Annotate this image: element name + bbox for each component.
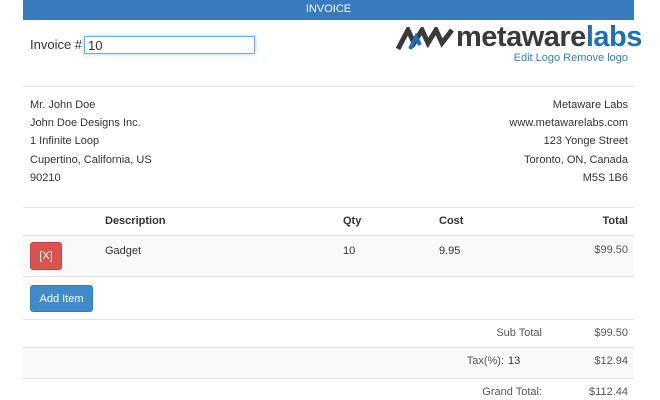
tax-rate-input[interactable] — [508, 354, 538, 368]
header-total: Total — [602, 215, 628, 227]
header-cost: Cost — [439, 215, 464, 227]
item-cost[interactable]: 9.95 — [439, 245, 460, 257]
invoice-number-label: Invoice # — [30, 37, 83, 52]
address-line: 90210 — [30, 171, 61, 184]
divider — [23, 276, 634, 277]
address-line: Toronto, ON, Canada — [524, 153, 628, 166]
tax-row — [23, 347, 634, 378]
item-description[interactable]: Gadget — [105, 245, 141, 257]
billed-to-address: Mr. John Doe John Doe Designs Inc. 1 Inf… — [30, 96, 152, 187]
divider — [23, 86, 634, 87]
edit-logo-link[interactable]: Edit Logo — [514, 52, 560, 64]
address-line: M5S 1B6 — [582, 171, 628, 184]
item-qty[interactable]: 10 — [343, 245, 355, 257]
address-line: www.metawarelabs.com — [509, 117, 628, 130]
company-address: Metaware Labs www.metawarelabs.com 123 Y… — [509, 96, 628, 187]
divider — [23, 378, 634, 379]
header-description: Description — [105, 215, 166, 227]
logo-links: Edit Logo Remove logo — [514, 52, 628, 64]
divider — [23, 319, 634, 320]
invoice-page: INVOICE Invoice # metawarelabs Edit Logo… — [0, 0, 660, 400]
address-line: Cupertino, California, US — [30, 153, 152, 166]
logo-wordmark: metawarelabs — [456, 20, 642, 54]
item-total: $99.50 — [594, 244, 628, 256]
address-line: John Doe Designs Inc. — [30, 117, 141, 130]
divider — [23, 207, 634, 208]
company-logo: metawarelabs — [396, 21, 642, 53]
remove-logo-link[interactable]: Remove logo — [563, 52, 628, 64]
delete-item-button[interactable]: [X] — [30, 242, 62, 270]
tax-label: Tax(%): — [466, 355, 504, 367]
grand-total-value: $112.44 — [589, 386, 628, 398]
add-item-button[interactable]: Add Item — [30, 285, 93, 312]
logo-mark-icon — [396, 27, 454, 51]
grand-total-label: Grand Total: — [482, 386, 542, 398]
divider — [23, 347, 634, 348]
address-line: 123 Yonge Street — [543, 135, 628, 148]
address-line: Mr. John Doe — [30, 99, 96, 111]
invoice-number-input[interactable] — [84, 36, 255, 54]
subtotal-label: Sub Total — [496, 327, 542, 339]
page-header: INVOICE — [23, 0, 634, 20]
tax-value: $12.94 — [594, 355, 628, 367]
address-line: 1 Infinite Loop — [30, 135, 100, 148]
header-qty: Qty — [343, 215, 362, 227]
logo-word-labs: labs — [585, 21, 643, 53]
subtotal-value: $99.50 — [594, 327, 628, 339]
logo-word-metaware: metaware — [456, 21, 586, 53]
page-title: INVOICE — [305, 3, 352, 15]
address-line: Metaware Labs — [552, 99, 628, 111]
